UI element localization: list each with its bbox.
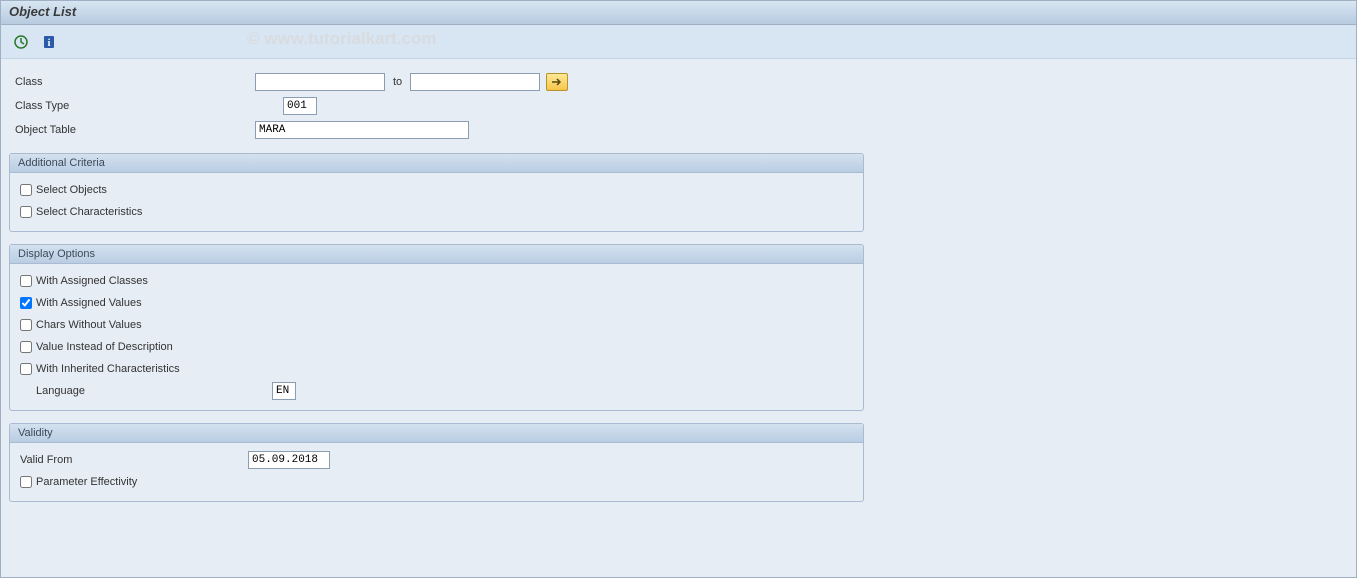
group-display-options: Display Options With Assigned Classes Wi… <box>9 244 864 411</box>
group-additional-criteria: Additional Criteria Select Objects Selec… <box>9 153 864 232</box>
arrow-right-icon <box>551 77 563 87</box>
group-header-additional: Additional Criteria <box>10 154 863 173</box>
object-table-label: Object Table <box>11 124 255 136</box>
window-title: Object List <box>1 1 1356 25</box>
valid-from-input[interactable] <box>248 451 330 469</box>
value-instead-desc-checkbox[interactable] <box>20 341 32 353</box>
object-table-input[interactable] <box>255 121 469 139</box>
group-validity: Validity Valid From Parameter Effectivit… <box>9 423 864 502</box>
with-assigned-values-label: With Assigned Values <box>36 297 142 309</box>
watermark-text: © www.tutorialkart.com <box>247 29 436 49</box>
chars-without-values-checkbox[interactable] <box>20 319 32 331</box>
execute-button[interactable] <box>11 32 31 52</box>
field-row-class: Class to <box>11 71 1346 93</box>
with-inherited-chars-checkbox[interactable] <box>20 363 32 375</box>
value-instead-desc-label: Value Instead of Description <box>36 341 173 353</box>
parameter-effectivity-label: Parameter Effectivity <box>36 476 137 488</box>
group-header-validity: Validity <box>10 424 863 443</box>
class-type-label: Class Type <box>11 100 283 112</box>
with-inherited-chars-label: With Inherited Characteristics <box>36 363 180 375</box>
multiple-selection-button[interactable] <box>546 73 568 91</box>
class-label: Class <box>11 76 255 88</box>
select-objects-label: Select Objects <box>36 184 107 196</box>
to-separator: to <box>385 76 410 88</box>
class-type-input[interactable] <box>283 97 317 115</box>
select-characteristics-checkbox[interactable] <box>20 206 32 218</box>
select-characteristics-label: Select Characteristics <box>36 206 142 218</box>
toolbar: i © www.tutorialkart.com <box>1 25 1356 59</box>
field-row-object-table: Object Table <box>11 119 1346 141</box>
language-label: Language <box>20 385 272 397</box>
window-frame: Object List i © www.tutorialkart.com Cla… <box>0 0 1357 578</box>
group-header-display: Display Options <box>10 245 863 264</box>
info-icon: i <box>41 34 57 50</box>
with-assigned-classes-checkbox[interactable] <box>20 275 32 287</box>
valid-from-label: Valid From <box>20 454 248 466</box>
svg-text:i: i <box>48 38 51 49</box>
select-objects-checkbox[interactable] <box>20 184 32 196</box>
field-row-class-type: Class Type <box>11 95 1346 117</box>
content-area: Class to Class Type Object Table <box>1 59 1356 522</box>
info-button[interactable]: i <box>39 32 59 52</box>
chars-without-values-label: Chars Without Values <box>36 319 142 331</box>
class-from-input[interactable] <box>255 73 385 91</box>
parameter-effectivity-checkbox[interactable] <box>20 476 32 488</box>
with-assigned-classes-label: With Assigned Classes <box>36 275 148 287</box>
clock-execute-icon <box>13 34 29 50</box>
class-to-input[interactable] <box>410 73 540 91</box>
with-assigned-values-checkbox[interactable] <box>20 297 32 309</box>
basic-fields: Class to Class Type Object Table <box>9 67 1348 153</box>
language-input[interactable] <box>272 382 296 400</box>
